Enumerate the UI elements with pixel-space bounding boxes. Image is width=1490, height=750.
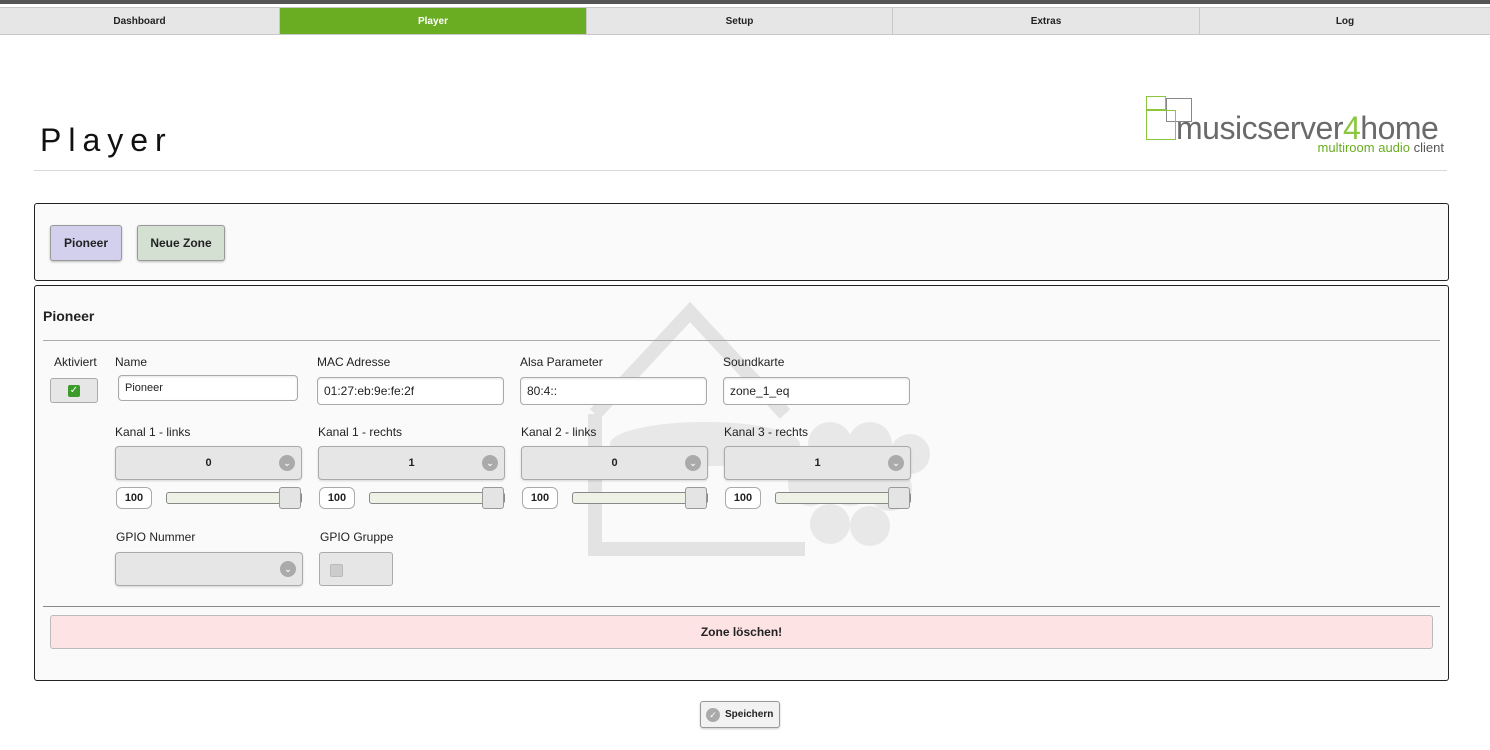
logo-square-large (1146, 110, 1176, 140)
channel-label: Kanal 2 - links (521, 425, 597, 439)
active-checkbox[interactable]: ✓ (50, 378, 98, 403)
alsa-label: Alsa Parameter (520, 355, 603, 369)
channel-label: Kanal 3 - rechts (724, 425, 809, 439)
zone-selector-panel: Pioneer Neue Zone (34, 203, 1449, 281)
gpio-number-label: GPIO Nummer (116, 530, 196, 544)
chevron-down-icon: ⌄ (482, 455, 498, 471)
logo: musicserver4home multiroom audio client (1146, 96, 1446, 158)
zone-title: Pioneer (43, 308, 95, 324)
chevron-down-icon: ⌄ (888, 455, 904, 471)
soundcard-label: Soundkarte (723, 355, 785, 369)
name-field[interactable]: Pioneer (118, 375, 298, 401)
gpio-group-checkbox[interactable] (319, 552, 393, 586)
check-icon: ✓ (68, 384, 80, 397)
mac-label: MAC Adresse (317, 355, 391, 369)
save-button[interactable]: ✓ Speichern (700, 701, 780, 728)
active-label: Aktiviert (54, 355, 97, 369)
channel-label: Kanal 1 - rechts (318, 425, 403, 439)
soundcard-field[interactable]: zone_1_eq (723, 377, 910, 405)
tab-log[interactable]: Log (1200, 8, 1490, 34)
zone-settings-panel: Pioneer Aktiviert Name MAC Adresse Alsa … (34, 285, 1449, 681)
logo-square-small (1146, 96, 1166, 110)
alsa-field[interactable]: 80:4:: (520, 377, 707, 405)
zone-footer-divider (43, 606, 1440, 607)
volume-slider-handle[interactable] (279, 487, 301, 509)
tab-extras[interactable]: Extras (893, 8, 1200, 34)
save-label: Speichern (725, 709, 774, 720)
volume-slider-handle[interactable] (482, 487, 504, 509)
chevron-down-icon: ⌄ (279, 455, 295, 471)
chevron-down-icon: ⌄ (685, 455, 701, 471)
name-label: Name (115, 355, 148, 369)
channel-select[interactable]: 0 ⌄ (521, 446, 708, 480)
delete-zone-button[interactable]: Zone löschen! (50, 615, 1433, 649)
tab-dashboard[interactable]: Dashboard (0, 8, 280, 34)
zone-button-pioneer[interactable]: Pioneer (50, 225, 122, 261)
volume-field[interactable]: 100 (319, 487, 355, 509)
channel-label: Kanal 1 - links (115, 425, 191, 439)
chevron-down-icon: ⌄ (280, 561, 296, 577)
volume-slider-handle[interactable] (685, 487, 707, 509)
tab-setup[interactable]: Setup (587, 8, 893, 34)
main-nav: Dashboard Player Setup Extras Log (0, 7, 1490, 35)
volume-field[interactable]: 100 (522, 487, 558, 509)
tab-player[interactable]: Player (280, 8, 587, 34)
gpio-group-label: GPIO Gruppe (320, 530, 394, 544)
mac-field[interactable]: 01:27:eb:9e:fe:2f (317, 377, 504, 405)
volume-slider-handle[interactable] (888, 487, 910, 509)
logo-subtitle: multiroom audio client (1317, 140, 1444, 155)
zone-title-divider (43, 340, 1440, 341)
top-border (0, 0, 1490, 4)
channel-select[interactable]: 0 ⌄ (115, 446, 302, 480)
channel-select[interactable]: 1 ⌄ (724, 446, 911, 480)
check-circle-icon: ✓ (706, 707, 720, 722)
volume-field[interactable]: 100 (116, 487, 152, 509)
checkbox-icon (330, 564, 343, 577)
gpio-number-select[interactable]: ⌄ (115, 552, 303, 586)
volume-field[interactable]: 100 (725, 487, 761, 509)
title-divider (34, 170, 1447, 171)
new-zone-button[interactable]: Neue Zone (137, 225, 225, 261)
channel-select[interactable]: 1 ⌄ (318, 446, 505, 480)
page-title: Player (40, 122, 173, 158)
